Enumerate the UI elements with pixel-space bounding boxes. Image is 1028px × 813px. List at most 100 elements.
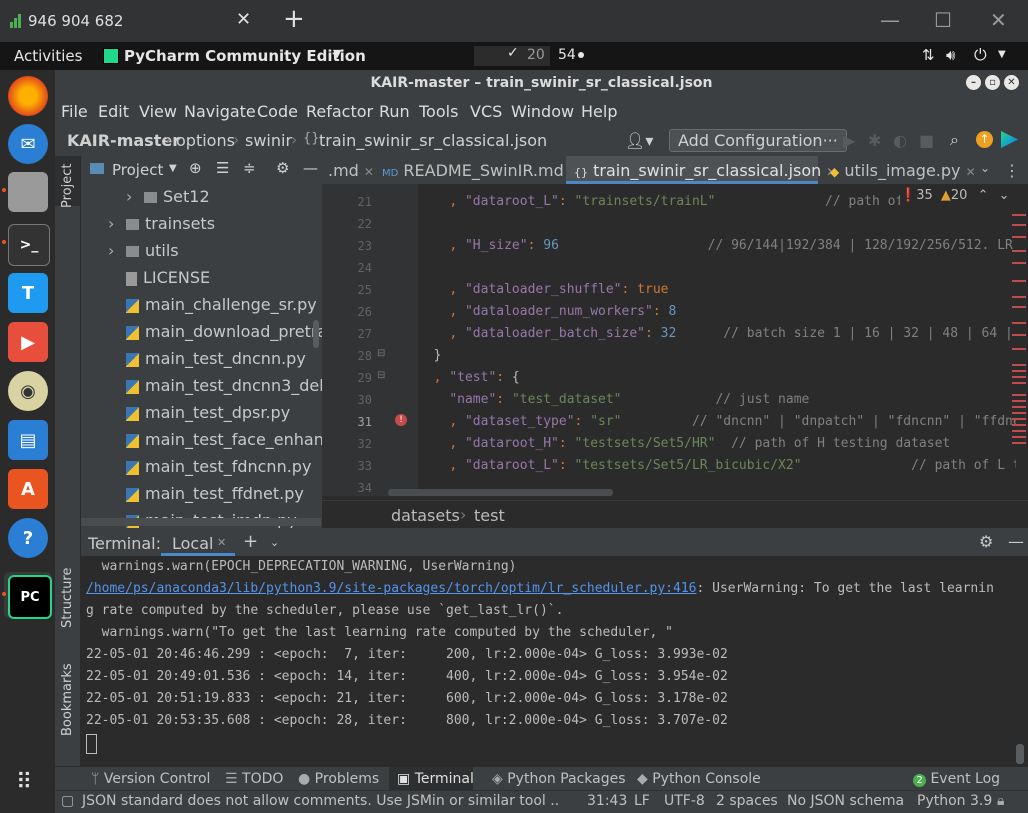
tree-item[interactable]: main_download_pretrained bbox=[108, 322, 322, 341]
breadcrumb-datasets[interactable]: datasets bbox=[391, 506, 460, 525]
tree-item[interactable]: main_test_face_enhancement bbox=[108, 430, 322, 449]
menu-tools[interactable]: Tools bbox=[419, 102, 458, 121]
next-highlight-icon[interactable]: ⌄ bbox=[999, 188, 1010, 203]
indent-setting[interactable]: 2 spaces bbox=[716, 793, 778, 809]
activities-button[interactable]: Activities bbox=[14, 47, 82, 65]
debug-icon[interactable]: ✱ bbox=[868, 131, 881, 150]
firefox-icon[interactable] bbox=[8, 76, 48, 116]
error-stripe-mark[interactable] bbox=[1012, 214, 1026, 216]
tree-item[interactable]: LICENSE bbox=[108, 268, 210, 287]
coverage-icon[interactable]: ◐ bbox=[893, 131, 907, 150]
stop-icon[interactable]: ■ bbox=[919, 131, 934, 150]
close-icon[interactable]: ✕ bbox=[990, 8, 1007, 32]
project-view-selector[interactable]: Project bbox=[112, 161, 163, 179]
chevron-right-icon[interactable]: › bbox=[108, 214, 120, 233]
tree-item[interactable]: main_challenge_sr.py bbox=[108, 295, 317, 314]
tree-item[interactable]: main_test_dpsr.py bbox=[108, 403, 290, 422]
tool-event-log[interactable]: 2 Event Log bbox=[913, 771, 1000, 787]
tab-train-swinir-json[interactable]: {} train_swinir_sr_classical.json ✕ bbox=[574, 161, 836, 180]
tree-item[interactable]: main_test_dncnn.py bbox=[108, 349, 306, 368]
gear-icon[interactable]: ⚙ bbox=[276, 159, 289, 177]
error-stripe-mark[interactable] bbox=[1012, 406, 1026, 408]
tool-python-console[interactable]: ◆ Python Console bbox=[637, 771, 761, 787]
add-configuration-button[interactable]: Add Configuration··· bbox=[669, 129, 847, 152]
locate-icon[interactable]: ⊕ bbox=[189, 159, 202, 177]
software-icon[interactable]: A bbox=[8, 469, 48, 509]
error-stripe-mark[interactable] bbox=[1012, 436, 1026, 438]
error-marker-icon[interactable]: ! bbox=[395, 414, 407, 426]
tree-item[interactable]: › utils bbox=[108, 241, 179, 260]
menu-navigate[interactable]: Navigate bbox=[184, 102, 256, 121]
error-stripe-mark[interactable] bbox=[1012, 224, 1026, 226]
tree-item[interactable]: main_test_fdncnn.py bbox=[108, 457, 311, 476]
tool-python-packages[interactable]: ◈ Python Packages bbox=[492, 771, 626, 787]
project-scrollbar[interactable] bbox=[313, 320, 319, 348]
error-stripe-mark[interactable] bbox=[1012, 236, 1026, 238]
more-icon[interactable]: ⋮ bbox=[1004, 161, 1020, 180]
update-icon[interactable]: ↑ bbox=[976, 131, 993, 148]
gear-icon[interactable]: ⚙ bbox=[979, 532, 993, 551]
volume-icon[interactable]: 🔊︎ bbox=[946, 46, 955, 64]
error-stripe-mark[interactable] bbox=[1012, 280, 1026, 282]
json-schema[interactable]: No JSON schema bbox=[787, 793, 904, 809]
window-maximize-icon[interactable]: ▫ bbox=[985, 75, 1000, 90]
breadcrumb-project[interactable]: KAIR-master bbox=[67, 131, 180, 150]
status-message[interactable]: JSON standard does not allow comments. U… bbox=[82, 793, 559, 809]
error-stripe-mark[interactable] bbox=[1012, 442, 1026, 444]
app-grid-icon[interactable]: ⠿ bbox=[16, 770, 32, 795]
error-stripe-mark[interactable] bbox=[1012, 394, 1026, 396]
terminal-tab-local[interactable]: Local bbox=[172, 534, 213, 553]
tool-version-control[interactable]: ᛘ Version Control bbox=[91, 771, 210, 787]
tool-terminal[interactable]: ▣ Terminal bbox=[397, 771, 474, 787]
menu-run[interactable]: Run bbox=[379, 102, 410, 121]
tab-utils-image[interactable]: ◆ utils_image.py ✕ bbox=[830, 161, 976, 180]
project-hscroll[interactable] bbox=[81, 518, 321, 526]
breadcrumb-swinir[interactable]: swinir bbox=[245, 131, 292, 150]
previous-highlight-icon[interactable]: ⌃ bbox=[978, 188, 989, 203]
files-icon[interactable] bbox=[8, 172, 48, 212]
bookmarks-tool-button[interactable]: Bookmarks bbox=[60, 663, 75, 736]
tool-problems[interactable]: ● Problems bbox=[298, 771, 379, 787]
app-menu[interactable]: PyCharm Community Edition bbox=[124, 47, 366, 65]
tool-todo[interactable]: ☰ TODO bbox=[225, 771, 283, 787]
hide-icon[interactable]: — bbox=[1008, 532, 1024, 551]
new-tab-button[interactable]: + bbox=[283, 4, 305, 34]
new-terminal-icon[interactable]: + bbox=[243, 531, 258, 552]
terminal-app-icon[interactable]: >_ bbox=[8, 224, 50, 266]
error-stripe-mark[interactable] bbox=[1012, 400, 1026, 402]
error-stripe-mark[interactable] bbox=[1012, 382, 1026, 384]
terminal-scrollbar[interactable] bbox=[1016, 744, 1024, 764]
error-stripe-mark[interactable] bbox=[1012, 370, 1026, 372]
chevron-down-icon[interactable]: ⌄ bbox=[270, 536, 279, 549]
error-stripe-mark[interactable] bbox=[1012, 412, 1026, 414]
menu-refactor[interactable]: Refactor bbox=[306, 102, 373, 121]
breadcrumb-test[interactable]: test bbox=[474, 506, 505, 525]
jetbrains-logo-icon[interactable] bbox=[1001, 131, 1018, 148]
remote-tab-close-icon[interactable]: ✕ bbox=[236, 9, 251, 30]
tree-item[interactable]: › Set12 bbox=[126, 187, 210, 206]
structure-tool-button[interactable]: Structure bbox=[60, 568, 75, 628]
tab-list-chevron-icon[interactable]: ⌄ bbox=[980, 161, 990, 175]
tab-readme-swinir[interactable]: MD README_SwinIR.md ✕ bbox=[382, 161, 579, 180]
error-stripe-mark[interactable] bbox=[1012, 262, 1026, 264]
menu-file[interactable]: File bbox=[61, 102, 88, 121]
terminal-file-link[interactable]: /home/ps/anaconda3/lib/python3.9/site-pa… bbox=[86, 581, 696, 596]
window-minimize-icon[interactable]: – bbox=[966, 75, 981, 90]
tab-md[interactable]: .md ✕ bbox=[328, 161, 374, 180]
writer-icon[interactable]: ▤ bbox=[8, 420, 48, 460]
breadcrumb-options[interactable]: options bbox=[176, 131, 235, 150]
fold-icon[interactable]: ⊟ bbox=[377, 348, 385, 359]
remote-app-icon[interactable]: T bbox=[8, 273, 48, 313]
breadcrumb-file[interactable]: train_swinir_sr_classical.json bbox=[319, 131, 547, 150]
file-encoding[interactable]: UTF-8 bbox=[664, 793, 705, 809]
menu-edit[interactable]: Edit bbox=[98, 102, 129, 121]
project-tool-button[interactable]: Project bbox=[60, 164, 75, 208]
error-stripe-mark[interactable] bbox=[1012, 364, 1026, 366]
chevron-right-icon[interactable]: › bbox=[108, 241, 120, 260]
hide-icon[interactable]: — bbox=[303, 159, 318, 177]
user-icon[interactable]: 👤︎▾ bbox=[625, 131, 653, 150]
line-separator[interactable]: LF bbox=[634, 793, 650, 809]
error-stripe-mark[interactable] bbox=[1012, 424, 1026, 426]
tree-item[interactable]: main_test_ffdnet.py bbox=[108, 484, 304, 503]
help-icon[interactable]: ? bbox=[8, 518, 48, 558]
